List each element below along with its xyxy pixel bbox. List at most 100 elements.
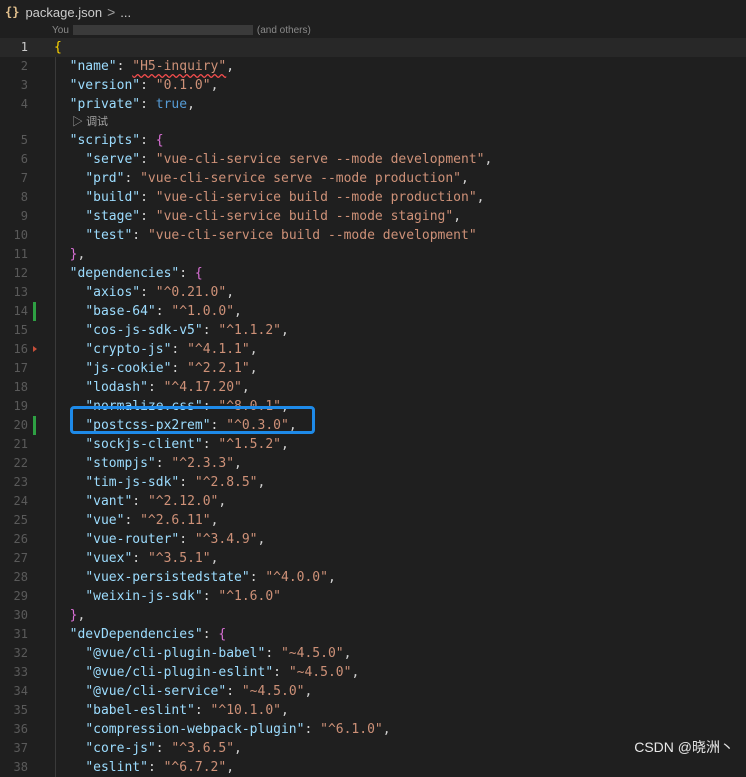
git-added-marker[interactable] [33,302,36,321]
line-number: 28 [13,570,28,584]
line-number: 14 [13,304,28,318]
code-text: "compression-webpack-plugin": "^6.1.0", [54,720,391,739]
code-token: : [155,304,172,319]
code-line[interactable]: 17 "js-cookie": "^2.2.1", [0,359,746,378]
code-line[interactable]: 5 "scripts": { [0,131,746,150]
line-number: 19 [13,399,28,413]
code-editor[interactable]: 1{2 "name": "H5-inquiry", 3 "version": "0… [0,38,746,777]
code-line[interactable]: 32 "@vue/cli-plugin-babel": "~4.5.0", [0,644,746,663]
code-token: , [281,703,289,718]
code-token: , [187,97,195,112]
json-string: "H5-inquiry" [132,59,227,74]
code-line[interactable]: 28 "vuex-persistedstate": "^4.0.0", [0,568,746,587]
json-string: "^2.12.0" [147,494,219,509]
code-token: : [179,532,195,547]
code-line[interactable]: 7 "prd": "vue-cli-service serve --mode p… [0,169,746,188]
code-line[interactable]: 13 "axios": "^0.21.0", [0,283,746,302]
json-key: "@vue/cli-service" [85,684,227,699]
code-line[interactable]: 29 "weixin-js-sdk": "^1.6.0" [0,587,746,606]
code-line[interactable]: 26 "vue-router": "^3.4.9", [0,530,746,549]
line-number: 12 [13,266,28,280]
code-token: { [54,40,62,55]
code-token: : [140,78,156,93]
code-line[interactable]: 38 "eslint": "^6.7.2", [0,758,746,777]
code-line[interactable]: 22 "stompjs": "^2.3.3", [0,454,746,473]
code-text: "@vue/cli-plugin-babel": "~4.5.0", [54,644,351,663]
code-token: , [382,722,391,737]
json-string: "^6.1.0" [320,722,383,737]
code-token: , [226,59,235,74]
code-token: : [124,513,141,528]
git-added-marker[interactable] [33,416,36,435]
code-line[interactable]: 9 "stage": "vue-cli-service build --mode… [0,207,746,226]
line-number: 35 [13,703,28,717]
line-number: 5 [20,133,28,147]
json-string: "~4.5.0" [280,646,344,661]
code-line[interactable]: 30 }, [0,606,746,625]
code-token: : [265,646,281,661]
git-blame-annotation: You (and others) [52,24,311,38]
code-token: : [140,285,156,300]
code-line[interactable]: 1{ [0,38,746,57]
line-number: 11 [13,247,28,261]
code-line[interactable]: 35 "babel-eslint": "^10.1.0", [0,701,746,720]
debug-codelens[interactable]: ▷ 调试 [72,114,108,131]
code-token: : [179,475,195,490]
code-token: : [147,760,164,775]
code-token: , [257,475,266,490]
code-line[interactable]: 31 "devDependencies": { [0,625,746,644]
json-string: "0.1.0" [155,78,211,93]
code-line[interactable]: 21 "sockjs-client": "^1.5.2", [0,435,746,454]
code-line[interactable]: 8 "build": "vue-cli-service build --mode… [0,188,746,207]
code-line[interactable]: 4 "private": true, [0,95,746,114]
code-line[interactable]: 33 "@vue/cli-plugin-eslint": "~4.5.0", [0,663,746,682]
code-line[interactable]: 16 "crypto-js": "^4.1.1", [0,340,746,359]
json-key: "@vue/cli-plugin-eslint" [85,665,274,680]
line-number: 38 [13,760,28,774]
code-text: "crypto-js": "^4.1.1", [54,340,257,359]
code-line[interactable]: 2 "name": "H5-inquiry", [0,57,746,76]
code-line[interactable]: 6 "serve": "vue-cli-service serve --mode… [0,150,746,169]
code-token: , [234,741,242,756]
codelens-label: 调试 [86,116,109,128]
code-line[interactable]: 3 "version": "0.1.0", [0,76,746,95]
json-string: "^2.6.11" [140,513,211,528]
code-line[interactable]: 25 "vue": "^2.6.11", [0,511,746,530]
line-number: 9 [20,209,28,223]
json-key: "prd" [85,171,125,186]
code-line[interactable]: 34 "@vue/cli-service": "~4.5.0", [0,682,746,701]
breadcrumb-filename[interactable]: package.json [25,5,102,20]
code-line[interactable]: 15 "cos-js-sdk-v5": "^1.1.2", [0,321,746,340]
json-string: "^2.3.3" [171,456,235,471]
code-text: "lodash": "^4.17.20", [54,378,249,397]
code-token: : [202,589,219,604]
code-text: }, [54,606,86,625]
breadcrumb-more[interactable]: ... [120,5,131,20]
code-line[interactable]: 12 "dependencies": { [0,264,746,283]
code-token: : [202,627,219,642]
json-string: "^10.1.0" [210,703,281,718]
json-string: "vue-cli-service build --mode developmen… [147,228,477,243]
line-number: 17 [13,361,28,375]
json-key: "crypto-js" [85,342,172,357]
code-line[interactable]: 10 "test": "vue-cli-service build --mode… [0,226,746,245]
line-number: 36 [13,722,28,736]
line-number: 32 [13,646,28,660]
code-line[interactable]: 11 }, [0,245,746,264]
line-number: 34 [13,684,28,698]
line-number: 22 [13,456,28,470]
code-token: : [124,171,141,186]
code-line[interactable]: 27 "vuex": "^3.5.1", [0,549,746,568]
code-line[interactable]: 24 "vant": "^2.12.0", [0,492,746,511]
git-deleted-marker[interactable] [33,346,37,352]
code-text: "eslint": "^6.7.2", [54,758,234,777]
code-line[interactable]: 14 "base-64": "^1.0.0", [0,302,746,321]
code-line[interactable]: 23 "tim-js-sdk": "^2.8.5", [0,473,746,492]
code-line[interactable]: 18 "lodash": "^4.17.20", [0,378,746,397]
